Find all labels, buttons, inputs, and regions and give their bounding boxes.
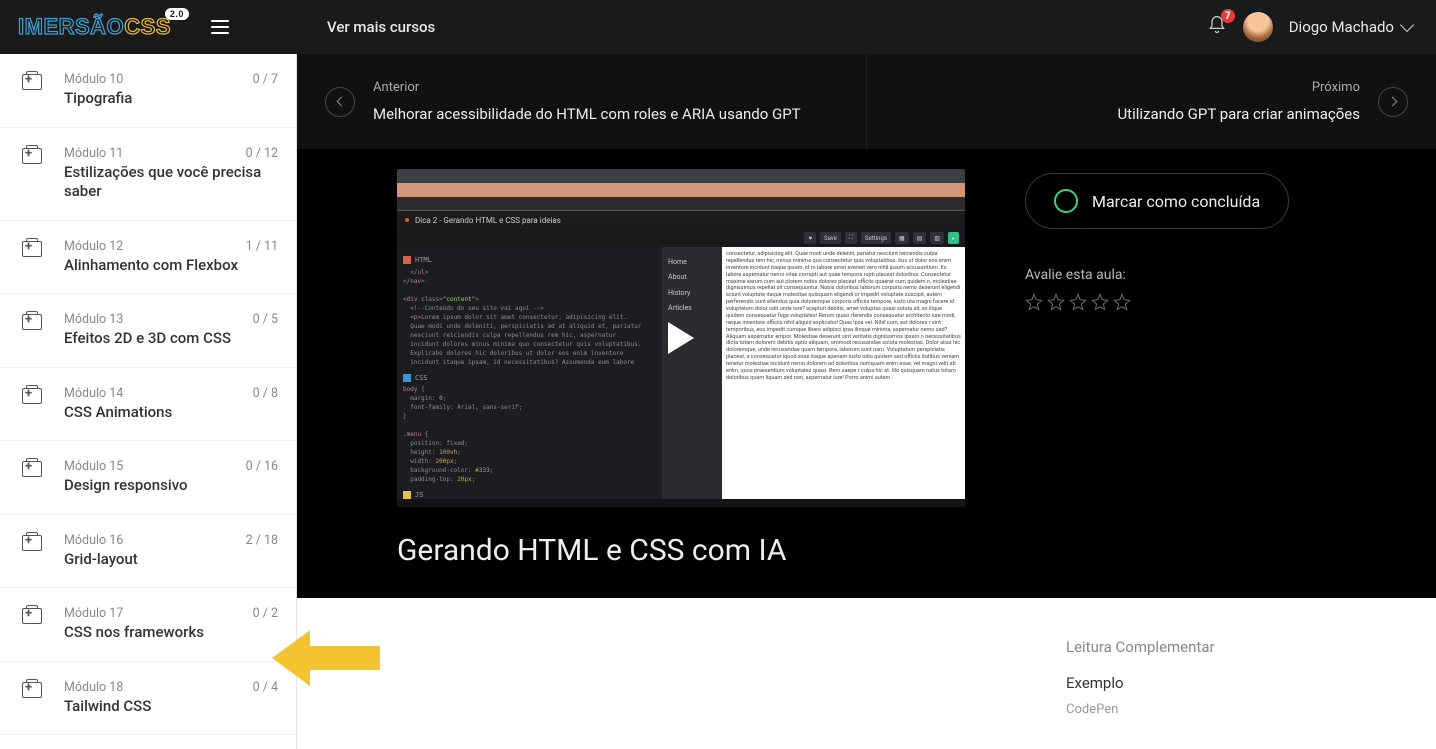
next-label: Próximo [1117, 80, 1360, 95]
module-title: Design responsivo [64, 476, 278, 496]
folder-plus-icon [22, 314, 42, 330]
next-title: Utilizando GPT para criar animações [1117, 105, 1360, 123]
supplementary-heading: Leitura Complementar [1066, 638, 1336, 656]
module-label: Módulo 10 [64, 72, 123, 87]
supplementary-item[interactable]: Exemplo [1066, 674, 1336, 692]
previous-title: Melhorar acessibilidade do HTML com role… [373, 105, 801, 123]
star-icon[interactable] [1091, 293, 1109, 311]
content-area[interactable]: Anterior Melhorar acessibilidade do HTML… [297, 54, 1436, 749]
sidebar[interactable]: Módulo 10 0 / 7 Tipografia Módulo 11 0 / 12 E… [0, 54, 297, 749]
sidebar-module-item[interactable]: Módulo 16 2 / 18 Grid-layout [0, 515, 296, 589]
sidebar-module-item[interactable]: Módulo 11 0 / 12 Estilizações que você pre… [0, 128, 296, 221]
rating-label: Avalie esta aula: [1025, 267, 1336, 283]
module-title: Alinhamento com Flexbox [64, 256, 278, 276]
module-progress: 0 / 2 [253, 606, 278, 621]
module-title: Tailwind CSS [64, 697, 278, 717]
module-title: Estilizações que você precisa saber [64, 163, 278, 202]
sidebar-module-item[interactable]: Módulo 17 0 / 2 CSS nos frameworks [0, 588, 296, 662]
logo-text-1: IMERSÃO [18, 14, 124, 39]
sidebar-module-item[interactable]: Módulo 15 0 / 16 Design responsivo [0, 441, 296, 515]
user-name: Diogo Machado [1289, 18, 1394, 36]
folder-plus-icon [22, 682, 42, 698]
notification-count-badge: 7 [1221, 9, 1235, 23]
video-preview-nav: HomeAboutHistoryArticles [662, 247, 722, 499]
folder-plus-icon [22, 388, 42, 404]
module-label: Módulo 18 [64, 680, 123, 695]
star-icon[interactable] [1113, 293, 1131, 311]
folder-plus-icon [22, 74, 42, 90]
supplementary-panel: Leitura Complementar Exemplo CodePen [1066, 638, 1336, 738]
video-code-pane: HTML </ul> </nav> <div class="content"> … [397, 247, 662, 499]
mark-complete-label: Marcar como concluída [1092, 192, 1260, 211]
module-label: Módulo 12 [64, 239, 123, 254]
mark-complete-button[interactable]: Marcar como concluída [1025, 173, 1289, 229]
menu-toggle-button[interactable] [211, 20, 229, 34]
supplementary-link[interactable]: CodePen [1066, 702, 1336, 717]
video-player[interactable]: Dica 2 - Gerando HTML e CSS para ideias … [397, 169, 965, 507]
arrow-right-icon [1378, 87, 1408, 117]
more-courses-link[interactable]: Ver mais cursos [297, 18, 435, 36]
video-sidebar: Marcar como concluída Avalie esta aula: [1025, 169, 1336, 311]
module-label: Módulo 16 [64, 533, 123, 548]
module-progress: 2 / 18 [246, 533, 278, 548]
lower-section: Leitura Complementar Exemplo CodePen [297, 598, 1436, 749]
module-progress: 1 / 11 [246, 239, 278, 254]
folder-plus-icon [22, 535, 42, 551]
sidebar-module-item[interactable]: Módulo 18 0 / 4 Tailwind CSS [0, 662, 296, 736]
module-label: Módulo 15 [64, 459, 123, 474]
module-label: Módulo 14 [64, 386, 123, 401]
logo[interactable]: IMERSÃOCSS 2.0 [18, 14, 171, 40]
notifications-button[interactable]: 7 [1207, 15, 1227, 39]
previous-label: Anterior [373, 80, 801, 95]
module-title: Efeitos 2D e 3D com CSS [64, 329, 278, 349]
lesson-navigation: Anterior Melhorar acessibilidade do HTML… [297, 54, 1436, 149]
rating-stars[interactable] [1025, 293, 1336, 311]
previous-lesson-button[interactable]: Anterior Melhorar acessibilidade do HTML… [297, 54, 866, 149]
avatar[interactable] [1243, 12, 1273, 42]
module-progress: 0 / 4 [253, 680, 278, 695]
folder-plus-icon [22, 241, 42, 257]
module-title: Grid-layout [64, 550, 278, 570]
module-progress: 0 / 5 [253, 312, 278, 327]
chevron-down-icon [1400, 18, 1414, 32]
arrow-left-icon [325, 87, 355, 117]
check-ring-icon [1054, 189, 1078, 213]
module-label: Módulo 11 [64, 146, 123, 161]
user-menu[interactable]: Diogo Machado [1289, 18, 1412, 36]
folder-plus-icon [22, 461, 42, 477]
module-progress: 0 / 12 [246, 146, 278, 161]
star-icon[interactable] [1047, 293, 1065, 311]
star-icon[interactable] [1025, 293, 1043, 311]
sidebar-module-item[interactable]: Módulo 10 0 / 7 Tipografia [0, 54, 296, 128]
topbar-left: IMERSÃOCSS 2.0 [0, 0, 297, 54]
module-title: Tipografia [64, 89, 278, 109]
sidebar-module-item[interactable]: Módulo 12 1 / 11 Alinhamento com Flexbox [0, 221, 296, 295]
sidebar-module-item[interactable]: Módulo 13 0 / 5 Efeitos 2D e 3D com CSS [0, 294, 296, 368]
module-label: Módulo 13 [64, 312, 123, 327]
logo-text-2: CSS [124, 14, 171, 39]
module-title: CSS nos frameworks [64, 623, 278, 643]
next-lesson-button[interactable]: Próximo Utilizando GPT para criar animaç… [867, 54, 1436, 149]
module-progress: 0 / 16 [246, 459, 278, 474]
topbar-right: 7 Diogo Machado [1207, 12, 1436, 42]
lesson-title: Gerando HTML e CSS com IA [297, 507, 1436, 568]
module-progress: 0 / 8 [253, 386, 278, 401]
top-bar: IMERSÃOCSS 2.0 Ver mais cursos 7 Diogo M… [0, 0, 1436, 54]
module-progress: 0 / 7 [253, 72, 278, 87]
module-label: Módulo 17 [64, 606, 123, 621]
logo-version-badge: 2.0 [165, 8, 189, 20]
star-icon[interactable] [1069, 293, 1087, 311]
sidebar-module-item[interactable]: Módulo 14 0 / 8 CSS Animations [0, 368, 296, 442]
module-title: CSS Animations [64, 403, 278, 423]
folder-plus-icon [22, 608, 42, 624]
video-preview-pane: consectetur, adipisicing elit. Quae modi… [722, 247, 965, 499]
play-icon [668, 322, 694, 354]
folder-plus-icon [22, 148, 42, 164]
lesson-body [397, 638, 1006, 738]
video-section: Dica 2 - Gerando HTML e CSS para ideias … [297, 149, 1436, 598]
